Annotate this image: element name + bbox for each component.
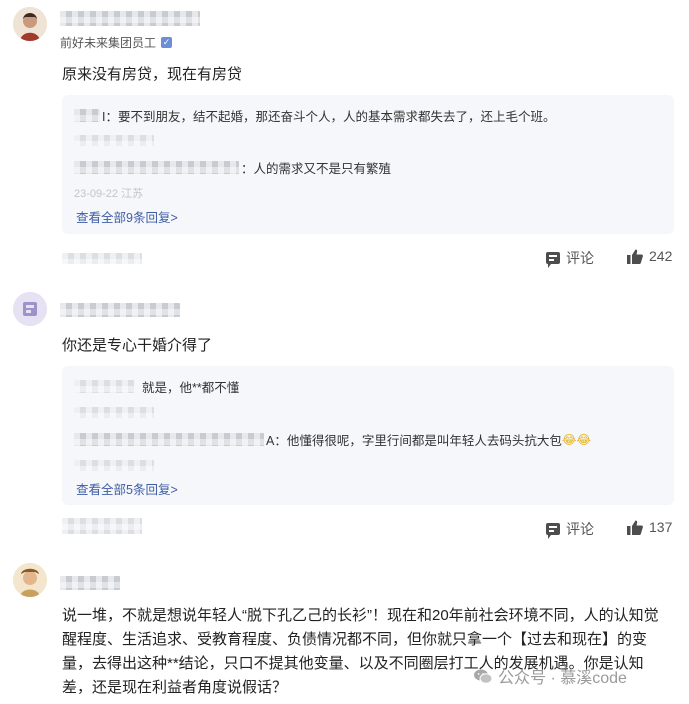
reply-item: 就是，他**都不懂 (74, 377, 239, 396)
laughing-emoji: 😂😂 (561, 433, 592, 447)
comment-button-label: 评论 (566, 250, 594, 266)
avatar[interactable] (13, 7, 47, 41)
view-all-replies-link[interactable]: 查看全部5条回复> (76, 479, 178, 498)
comment-meta-redacted (62, 250, 142, 268)
username-redacted[interactable] (60, 574, 120, 592)
reply-meta-text: 23-09-22 江苏 (74, 188, 144, 200)
reply-text: 就是，他**都不懂 (142, 381, 240, 395)
username-redacted[interactable] (60, 301, 180, 319)
comment-meta-redacted (62, 517, 142, 535)
reply-meta-redacted (74, 132, 154, 150)
user-avatar-icon (13, 292, 47, 326)
wechat-icon (474, 669, 492, 684)
user-avatar-icon (13, 7, 47, 41)
user-avatar-icon (13, 563, 47, 597)
user-badge: 前好未来集团员工 ✓ (60, 34, 173, 51)
reply-item: I：要不到朋友，结不起婚，那还奋斗个人，人的基本需求都失去了，还上毛个班。 (74, 106, 555, 125)
comment-text: 你还是专心干婚介得了 (62, 337, 213, 354)
thumbs-up-icon (627, 249, 643, 264)
username-redacted[interactable] (60, 10, 200, 28)
like-count: 137 (649, 519, 673, 535)
comment-icon (546, 523, 560, 539)
avatar[interactable] (13, 563, 47, 597)
like-count: 242 (649, 248, 673, 264)
reply-item: A：他懂得很呢，字里行间都是叫年轻人去码头抗大包 😂😂 (74, 430, 591, 449)
like-button[interactable]: 242 (627, 248, 672, 264)
reply-text: I：要不到朋友，结不起婚，那还奋斗个人，人的基本需求都失去了，还上毛个班。 (102, 110, 556, 124)
comment-button[interactable]: 评论 (546, 519, 594, 539)
reply-meta-redacted (74, 404, 154, 422)
thumbs-up-icon (627, 520, 643, 535)
reply-text: ：人的需求又不是只有繁殖 (241, 162, 392, 176)
comment-button-label: 评论 (566, 521, 594, 537)
reply-text: A：他懂得很呢，字里行间都是叫年轻人去码头抗大包 (266, 434, 562, 448)
watermark: 公众号 · 慕溪code (474, 664, 627, 688)
comment-text: 原来没有房贷，现在有房贷 (62, 66, 243, 83)
reply-meta-redacted (74, 457, 154, 475)
comment-button[interactable]: 评论 (546, 248, 594, 268)
avatar[interactable] (13, 292, 47, 326)
reply-item: ：人的需求又不是只有繁殖 (74, 158, 391, 177)
reply-meta: 23-09-22 江苏 (74, 185, 143, 201)
comment-icon (546, 252, 560, 268)
user-badge-label: 前好未来集团员工 (60, 36, 157, 50)
reply-box: I：要不到朋友，结不起婚，那还奋斗个人，人的基本需求都失去了，还上毛个班。 ：人… (62, 95, 674, 234)
view-all-replies-link[interactable]: 查看全部9条回复> (76, 207, 178, 226)
verified-icon: ✓ (161, 37, 173, 48)
like-button[interactable]: 137 (627, 519, 672, 535)
watermark-text: 公众号 · 慕溪code (498, 670, 627, 687)
reply-box: 就是，他**都不懂 A：他懂得很呢，字里行间都是叫年轻人去码头抗大包 😂😂 查看… (62, 366, 674, 505)
